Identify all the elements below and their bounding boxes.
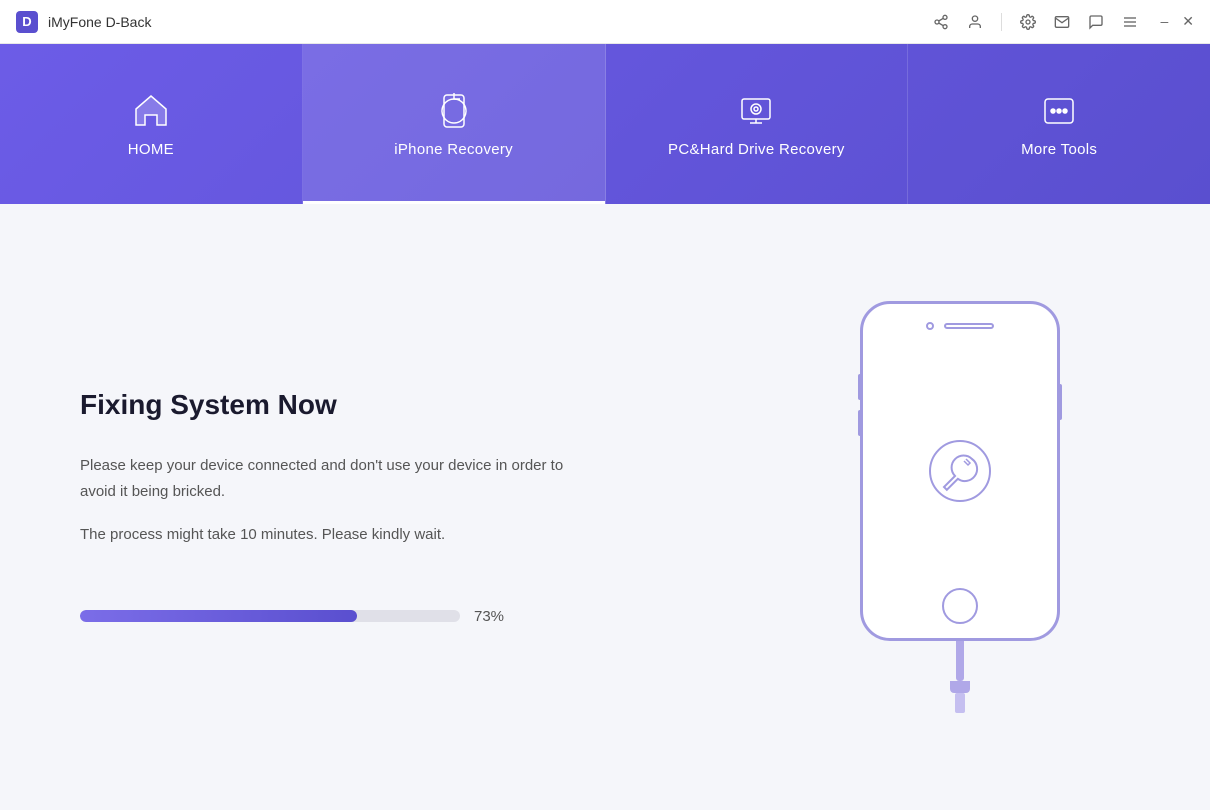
nav-item-iphone-recovery[interactable]: iPhone Recovery	[303, 44, 606, 204]
phone-camera	[926, 322, 934, 330]
mail-icon[interactable]	[1054, 14, 1070, 30]
volume-down-button	[858, 410, 862, 436]
cable-plug	[955, 693, 965, 713]
pc-recovery-icon	[736, 91, 776, 131]
phone-illustration	[790, 301, 1130, 713]
iphone-recovery-icon	[434, 91, 474, 131]
main-content: Fixing System Now Please keep your devic…	[0, 204, 1210, 810]
progress-container: 73%	[80, 608, 730, 625]
cable-connector	[950, 681, 970, 693]
home-icon	[131, 91, 171, 131]
phone-speaker	[944, 323, 994, 329]
fixing-description-2: The process might take 10 minutes. Pleas…	[80, 522, 580, 548]
title-bar: D iMyFone D-Back	[0, 0, 1210, 44]
title-bar-left: D iMyFone D-Back	[16, 11, 151, 33]
progress-percent: 73%	[474, 608, 504, 625]
minimize-button[interactable]: –	[1160, 13, 1168, 30]
fixing-title: Fixing System Now	[80, 389, 730, 421]
divider	[1001, 13, 1002, 31]
close-button[interactable]: ✕	[1182, 13, 1194, 30]
nav-item-pc-recovery[interactable]: PC&Hard Drive Recovery	[606, 44, 909, 204]
nav-item-home[interactable]: HOME	[0, 44, 303, 204]
content-left: Fixing System Now Please keep your devic…	[80, 389, 790, 625]
chat-icon[interactable]	[1088, 14, 1104, 30]
window-controls: – ✕	[1160, 13, 1194, 30]
fixing-description-1: Please keep your device connected and do…	[80, 453, 580, 504]
menu-icon[interactable]	[1122, 14, 1138, 30]
nav-label-more-tools: More Tools	[1021, 141, 1097, 158]
progress-bar-fill	[80, 610, 357, 622]
cable-line	[956, 641, 964, 681]
settings-icon[interactable]	[1020, 14, 1036, 30]
volume-up-button	[858, 374, 862, 400]
nav-bar: HOME iPhone Recovery PC&Hard Drive Recov…	[0, 44, 1210, 204]
phone-cable	[950, 641, 970, 713]
nav-label-pc-recovery: PC&Hard Drive Recovery	[668, 141, 845, 158]
app-title: iMyFone D-Back	[48, 14, 151, 30]
share-icon[interactable]	[933, 14, 949, 30]
power-button	[1058, 384, 1062, 420]
title-bar-right: – ✕	[933, 13, 1194, 31]
phone-wrench-icon	[920, 431, 1000, 511]
user-icon[interactable]	[967, 14, 983, 30]
progress-bar-wrap	[80, 610, 460, 622]
nav-item-more-tools[interactable]: More Tools	[908, 44, 1210, 204]
phone-body	[860, 301, 1060, 641]
nav-label-home: HOME	[128, 141, 174, 158]
phone-home-button	[942, 588, 978, 624]
phone-wrap	[860, 301, 1060, 713]
more-tools-icon	[1039, 91, 1079, 131]
app-logo: D	[16, 11, 38, 33]
nav-label-iphone-recovery: iPhone Recovery	[394, 141, 513, 158]
phone-top-bar	[926, 322, 994, 330]
